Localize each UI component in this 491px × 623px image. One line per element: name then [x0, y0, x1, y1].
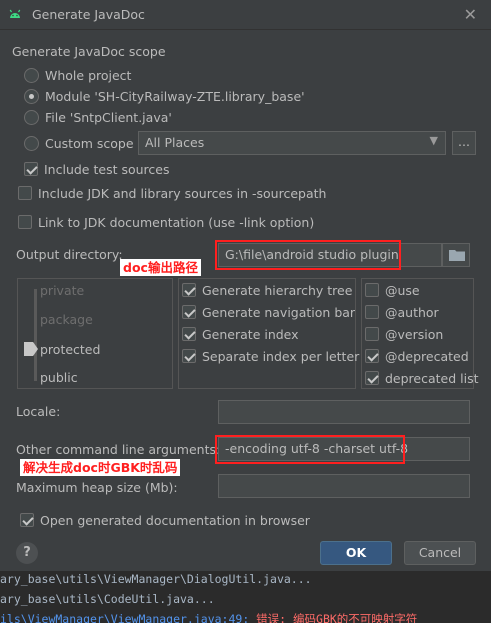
visibility-private[interactable]: private: [40, 283, 84, 298]
custom-scope-value: All Places: [145, 135, 205, 150]
radio-label: Custom scope: [45, 135, 134, 151]
tag-deprecated-list[interactable]: deprecated list: [365, 369, 479, 387]
annotation-highlight-box: [215, 435, 405, 464]
radio-label: File 'SntpClient.java': [45, 109, 172, 125]
console-error-link[interactable]: ils\ViewManager\ViewManager.java:49:: [0, 612, 249, 623]
console-output: ary_base\utils\ViewManager\DialogUtil.ja…: [0, 571, 491, 623]
radio-button[interactable]: [24, 135, 39, 151]
chevron-down-icon: ▼: [429, 134, 438, 147]
checkbox[interactable]: [182, 327, 196, 341]
radio-label: Whole project: [45, 67, 132, 83]
locale-label: Locale:: [16, 404, 61, 419]
radio-button[interactable]: [24, 88, 39, 104]
checkbox-label: deprecated list: [385, 370, 479, 386]
checkbox-label: Open generated documentation in browser: [40, 512, 310, 528]
radio-whole-project[interactable]: Whole project: [24, 66, 131, 84]
checkbox[interactable]: [182, 349, 196, 363]
console-line: ils\ViewManager\ViewManager.java:49: 错误:…: [0, 611, 417, 623]
browse-scope-button[interactable]: ...: [452, 131, 476, 155]
close-icon[interactable]: ✕: [464, 5, 477, 24]
checkbox[interactable]: [182, 283, 196, 297]
radio-custom-scope[interactable]: Custom scope: [24, 134, 134, 152]
console-error-text: 错误: 编码GBK的不可映射字符: [249, 612, 418, 623]
checkbox[interactable]: [365, 349, 379, 363]
checkbox-label: @version: [385, 326, 444, 342]
checkbox-label: Generate hierarchy tree: [202, 282, 353, 298]
checkbox-label: @deprecated: [385, 348, 469, 364]
ok-button[interactable]: OK: [320, 541, 392, 565]
radio-button[interactable]: [24, 67, 39, 83]
checkbox-label: Include JDK and library sources in -sour…: [38, 185, 327, 201]
visibility-public[interactable]: public: [40, 370, 78, 385]
link-jdk-checkbox[interactable]: Link to JDK documentation (use -link opt…: [18, 213, 314, 231]
option-index[interactable]: Generate index: [182, 325, 299, 343]
radio-button[interactable]: [24, 109, 39, 125]
checkbox[interactable]: [18, 215, 32, 229]
tag-author[interactable]: @author: [365, 303, 439, 321]
checkbox[interactable]: [365, 327, 379, 341]
checkbox[interactable]: [20, 513, 34, 527]
checkbox[interactable]: [24, 162, 38, 176]
annotation-highlight-box: [215, 240, 401, 270]
option-navigation-bar[interactable]: Generate navigation bar: [182, 303, 355, 321]
visibility-protected[interactable]: protected: [40, 342, 100, 357]
checkbox[interactable]: [182, 305, 196, 319]
radio-file[interactable]: File 'SntpClient.java': [24, 108, 172, 126]
visibility-package[interactable]: package: [40, 312, 93, 327]
output-directory-label: Output directory:: [16, 247, 123, 262]
cancel-button[interactable]: Cancel: [404, 541, 476, 565]
annotation-encoding: 解决生成doc时GBK时乱码: [20, 459, 181, 476]
annotation-output-path: doc输出路径: [120, 259, 201, 276]
open-in-browser-checkbox[interactable]: Open generated documentation in browser: [20, 511, 310, 529]
folder-icon: [449, 250, 465, 261]
console-line: ary_base\utils\CodeUtil.java...: [0, 592, 215, 606]
scope-heading: Generate JavaDoc scope: [12, 44, 166, 59]
checkbox-label: @use: [385, 282, 420, 298]
android-icon: [9, 9, 21, 18]
tag-version[interactable]: @version: [365, 325, 443, 343]
title-bar: Generate JavaDoc ✕: [0, 0, 491, 30]
checkbox[interactable]: [365, 283, 379, 297]
window-title: Generate JavaDoc: [32, 7, 145, 22]
checkbox-label: Separate index per letter: [202, 348, 360, 364]
checkbox-label: @author: [385, 304, 439, 320]
other-args-label: Other command line arguments:: [16, 442, 221, 457]
browse-folder-button[interactable]: [442, 243, 470, 267]
locale-field[interactable]: [218, 400, 470, 424]
radio-label: Module 'SH-CityRailway-ZTE.library_base': [45, 88, 305, 104]
include-jdk-checkbox[interactable]: Include JDK and library sources in -sour…: [18, 184, 326, 202]
tag-use[interactable]: @use: [365, 281, 420, 299]
checkbox-label: Include test sources: [44, 161, 170, 177]
checkbox[interactable]: [365, 305, 379, 319]
heap-size-field[interactable]: [218, 474, 470, 498]
custom-scope-select[interactable]: All Places ▼: [138, 131, 446, 155]
console-line: ary_base\utils\ViewManager\DialogUtil.ja…: [0, 572, 312, 586]
checkbox[interactable]: [365, 371, 379, 385]
checkbox[interactable]: [18, 186, 32, 200]
option-hierarchy-tree[interactable]: Generate hierarchy tree: [182, 281, 352, 299]
option-separate-index[interactable]: Separate index per letter: [182, 347, 359, 365]
checkbox-label: Generate index: [202, 326, 299, 342]
visibility-slider-track[interactable]: [34, 289, 37, 381]
checkbox-label: Link to JDK documentation (use -link opt…: [38, 214, 315, 230]
help-button[interactable]: ?: [16, 542, 38, 564]
heap-size-label: Maximum heap size (Mb):: [16, 480, 178, 495]
radio-module[interactable]: Module 'SH-CityRailway-ZTE.library_base': [24, 87, 305, 105]
tag-deprecated[interactable]: @deprecated: [365, 347, 469, 365]
include-test-sources-checkbox[interactable]: Include test sources: [24, 160, 169, 178]
checkbox-label: Generate navigation bar: [202, 304, 356, 320]
